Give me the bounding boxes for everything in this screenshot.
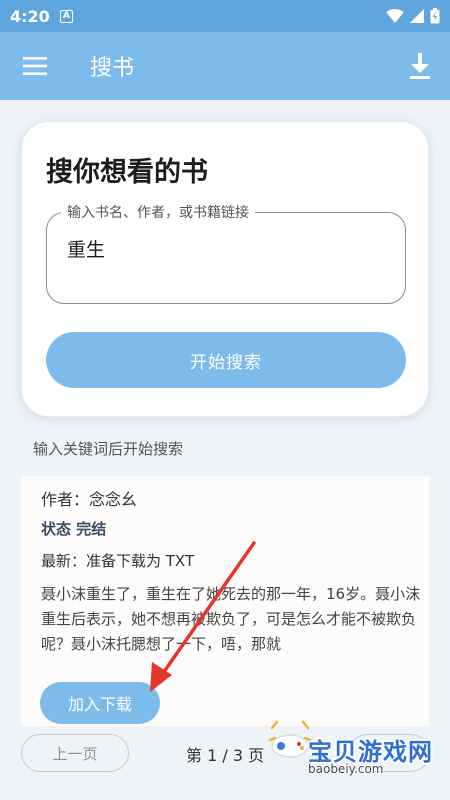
book-status: 状态 完结	[41, 520, 107, 538]
status-time: 4:20	[10, 6, 50, 26]
search-card: 搜你想看的书 输入书名、作者，或书籍链接 重生 开始搜索	[21, 121, 429, 417]
prev-page-button[interactable]: 上一页	[21, 734, 129, 772]
gamepad-logo	[268, 720, 312, 758]
add-download-button[interactable]: 加入下载	[40, 682, 160, 724]
page-title: 搜书	[90, 56, 135, 81]
status-bar: 4:20 A	[0, 0, 450, 32]
watermark-url: baobeiy.com	[308, 762, 384, 776]
battery-icon	[430, 8, 440, 24]
book-description: 聂小沫重生了，重生在了她死去的那一年，16岁。聂小沫重生后表示，她不想再被欺负了…	[41, 585, 421, 653]
download-button[interactable]	[390, 32, 450, 100]
search-input-label: 输入书名、作者，或书籍链接	[61, 202, 255, 222]
start-search-button[interactable]: 开始搜索	[46, 332, 406, 388]
status-icons	[386, 8, 440, 24]
book-latest: 最新：准备下载为 TXT	[41, 552, 195, 570]
menu-icon	[23, 57, 47, 75]
search-heading: 搜你想看的书	[46, 157, 208, 188]
search-input-value[interactable]: 重生	[67, 235, 105, 262]
book-author: 作者：念念幺	[41, 490, 138, 509]
download-icon	[410, 53, 430, 79]
wifi-icon	[386, 9, 404, 23]
watermark: 宝贝游戏网 baobeiy.com	[268, 712, 440, 784]
signal-icon	[410, 9, 424, 23]
menu-button[interactable]	[0, 32, 70, 100]
search-hint: 输入关键词后开始搜索	[33, 440, 184, 458]
book-result-card[interactable]: 作者：念念幺 状态 完结 最新：准备下载为 TXT 聂小沫重生了，重生在了她死去…	[21, 476, 429, 726]
search-input[interactable]: 输入书名、作者，或书籍链接 重生	[46, 202, 406, 304]
app-bar: 搜书	[0, 32, 450, 100]
notification-icon: A	[59, 9, 73, 23]
page-indicator: 第 1 / 3 页	[186, 746, 265, 765]
